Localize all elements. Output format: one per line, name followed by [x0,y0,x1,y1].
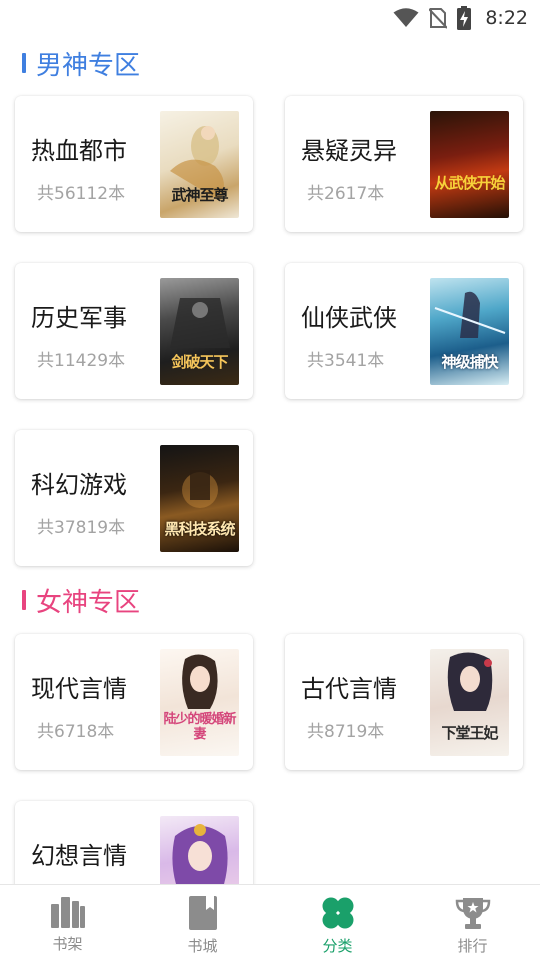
section-accent-bar [22,590,26,610]
wifi-icon [393,8,419,27]
section-title: 男神专区 [36,50,141,81]
category-cover-image: 神级捕快 [430,278,509,385]
category-count: 共2617本 [307,184,385,204]
category-card-xianxia-wuxia[interactable]: 仙侠武侠 共3541本 神级捕快 [285,263,523,399]
tab-label: 书城 [187,937,218,955]
category-name: 历史军事 [31,304,127,332]
cover-title: 下堂王妃 [441,724,498,742]
tab-category[interactable]: 分类 [270,885,405,961]
category-name: 仙侠武侠 [301,304,397,332]
clover-icon [322,897,353,929]
cover-title: 武神至尊 [171,186,228,204]
category-cover-image: 武神至尊 [160,111,239,218]
book-icon [188,896,217,930]
tab-label: 分类 [322,937,353,955]
category-name: 悬疑灵异 [301,137,397,165]
category-card-ancient-romance[interactable]: 古代言情 共8719本 下堂王妃 [285,634,523,770]
cover-title: 黑科技系统 [164,520,235,538]
section-header-female: 女神专区 [22,582,140,618]
category-card-modern-romance[interactable]: 现代言情 共6718本 陆少的暖婚新妻 [15,634,253,770]
section-accent-bar [22,53,26,73]
cover-title: 神级捕快 [441,353,498,371]
category-count: 共37819本 [37,518,126,538]
bottom-tab-bar: 书架 书城 分类 排行 [0,884,540,961]
tab-label: 书架 [52,935,83,953]
category-card-suspense[interactable]: 悬疑灵异 共2617本 从武侠开始 [285,96,523,232]
category-cover-image: 黑科技系统 [160,445,239,552]
category-count: 共8719本 [307,722,385,742]
tab-ranking[interactable]: 排行 [405,885,540,961]
category-count: 共3541本 [307,351,385,371]
status-bar: 8:22 [0,0,540,36]
no-sim-icon [429,8,448,29]
trophy-icon [455,898,490,929]
category-cover-image: 陆少的暖婚新妻 [160,649,239,756]
category-cover-image [160,816,239,884]
cover-title: 剑破天下 [171,353,228,371]
category-name: 热血都市 [31,137,127,165]
category-card-hot-blood-city[interactable]: 热血都市 共56112本 武神至尊 [15,96,253,232]
category-name: 古代言情 [301,675,397,703]
category-count: 共56112本 [37,184,126,204]
category-card-history-military[interactable]: 历史军事 共11429本 剑破天下 [15,263,253,399]
status-time: 8:22 [485,7,528,29]
category-cover-image: 从武侠开始 [430,111,509,218]
category-list[interactable]: 男神专区 热血都市 共56112本 武神至尊 悬疑灵异 共2617本 从武侠开始… [0,36,540,884]
section-title: 女神专区 [36,587,141,618]
category-card-scifi-games[interactable]: 科幻游戏 共37819本 黑科技系统 [15,430,253,566]
category-count: 共11429本 [37,351,126,371]
category-name: 幻想言情 [31,842,127,870]
category-count: 共6718本 [37,722,115,742]
cover-title: 从武侠开始 [434,174,505,192]
category-cover-image: 下堂王妃 [430,649,509,756]
category-card-fantasy-romance[interactable]: 幻想言情 [15,801,253,884]
tab-bookshelf[interactable]: 书架 [0,885,135,961]
battery-charging-icon [457,6,472,30]
cover-title: 陆少的暖婚新妻 [163,712,236,742]
category-name: 现代言情 [31,675,127,703]
section-header-male: 男神专区 [22,45,140,81]
tab-bookstore[interactable]: 书城 [135,885,270,961]
bookshelf-icon [50,897,85,928]
category-name: 科幻游戏 [31,471,127,499]
category-cover-image: 剑破天下 [160,278,239,385]
tab-label: 排行 [457,937,488,955]
